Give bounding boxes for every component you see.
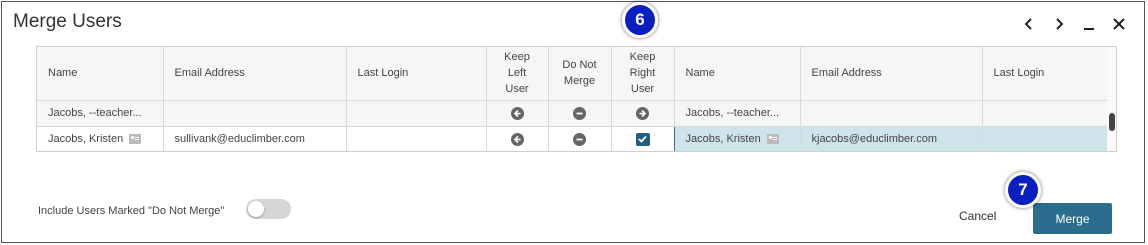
do-not-merge-cell xyxy=(548,126,612,151)
do-not-merge-toggle-label: Include Users Marked "Do Not Merge" xyxy=(38,205,225,217)
step-callout-6: 6 xyxy=(622,2,658,38)
cancel-button[interactable]: Cancel xyxy=(959,209,996,223)
left-email-cell: sullivank@educlimber.com xyxy=(163,126,347,151)
do-not-merge-label-1: Do Not xyxy=(562,59,597,72)
id-card-icon xyxy=(129,134,142,145)
left-name-cell: Jacobs, --teacher... xyxy=(37,100,164,127)
col-header-left-email[interactable]: Email Address xyxy=(163,47,347,101)
keep-left-label-1: Keep xyxy=(504,51,530,64)
left-last-login-cell xyxy=(346,100,487,127)
do-not-merge-toggle[interactable] xyxy=(246,199,291,219)
arrow-left-icon[interactable] xyxy=(510,106,524,120)
merge-table: Name Email Address Last Login Keep Left … xyxy=(37,47,1110,151)
col-header-left-last-login[interactable]: Last Login xyxy=(346,47,487,101)
dialog-title: Merge Users xyxy=(13,11,122,32)
col-header-do-not-merge: Do Not Merge xyxy=(548,47,612,101)
checkmark-icon[interactable] xyxy=(635,132,650,146)
minus-circle-icon[interactable] xyxy=(573,106,586,120)
do-not-merge-label-2: Merge xyxy=(563,75,596,88)
keep-left-cell xyxy=(486,126,549,151)
col-header-right-last-login[interactable]: Last Login xyxy=(982,47,1110,101)
keep-right-label-3: User xyxy=(630,83,655,96)
col-header-left-name[interactable]: Name xyxy=(37,47,164,101)
arrow-right-icon[interactable] xyxy=(636,106,649,120)
col-header-keep-right: Keep Right User xyxy=(611,47,675,101)
scrollbar-thumb[interactable] xyxy=(1109,113,1115,131)
keep-left-label-3: User xyxy=(505,83,529,96)
merge-button[interactable]: Merge xyxy=(1033,203,1112,234)
table-row: Jacobs, Kristen sullivank@educlimber.com xyxy=(37,125,1110,151)
window-controls xyxy=(1014,12,1134,36)
minimize-icon[interactable] xyxy=(1074,12,1104,36)
col-header-keep-left: Keep Left User xyxy=(486,47,549,101)
left-email-cell xyxy=(163,100,347,127)
merge-users-dialog: Merge Users Name Email Address Last Logi… xyxy=(1,1,1145,243)
left-name-text: Jacobs, Kristen xyxy=(48,133,124,145)
keep-right-cell xyxy=(611,100,675,127)
minus-circle-icon[interactable] xyxy=(573,132,586,146)
arrow-left-icon[interactable] xyxy=(510,132,524,146)
do-not-merge-cell xyxy=(548,100,612,127)
vertical-scrollbar[interactable] xyxy=(1107,47,1116,151)
right-email-cell: kjacobs@educlimber.com xyxy=(800,126,983,151)
keep-right-label-1: Keep xyxy=(629,51,656,64)
id-card-icon xyxy=(766,134,779,145)
col-header-right-name[interactable]: Name xyxy=(674,47,801,101)
right-last-login-cell xyxy=(982,126,1110,151)
step-callout-7: 7 xyxy=(1005,172,1041,208)
table-row: Jacobs, --teacher... Jacobs, --teacher..… xyxy=(37,100,1110,127)
chevron-right-icon[interactable] xyxy=(1044,12,1074,36)
chevron-left-icon[interactable] xyxy=(1014,12,1044,36)
col-header-right-email[interactable]: Email Address xyxy=(800,47,983,101)
keep-right-label-2: Right xyxy=(629,67,656,80)
close-icon[interactable] xyxy=(1104,12,1134,36)
right-email-cell xyxy=(800,100,983,127)
right-last-login-cell xyxy=(982,100,1110,127)
right-name-text: Jacobs, Kristen xyxy=(685,133,761,145)
left-name-cell: Jacobs, Kristen xyxy=(37,126,164,151)
users-grid: Name Email Address Last Login Keep Left … xyxy=(36,46,1117,152)
left-last-login-cell xyxy=(346,126,487,151)
keep-left-cell xyxy=(486,100,549,127)
right-name-cell: Jacobs, Kristen xyxy=(674,126,801,151)
keep-right-cell xyxy=(610,125,675,151)
toggle-knob xyxy=(248,201,264,217)
keep-left-label-2: Left xyxy=(507,67,527,80)
right-name-cell: Jacobs, --teacher... xyxy=(674,100,801,127)
